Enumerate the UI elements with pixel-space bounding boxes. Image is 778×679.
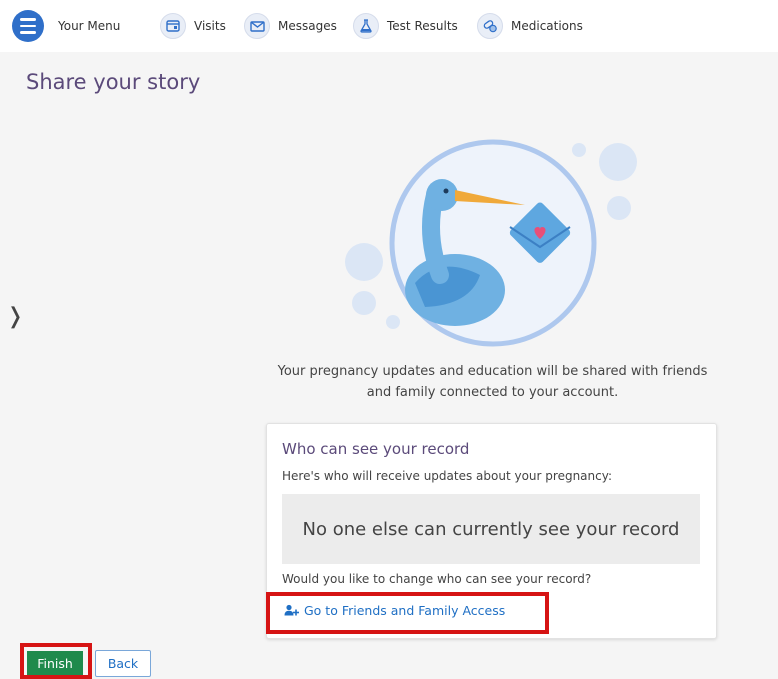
nav-label: Your Menu: [58, 19, 121, 33]
nav-label: Test Results: [387, 19, 458, 33]
nav-visits[interactable]: Visits: [160, 0, 226, 52]
pill-icon: [477, 13, 503, 39]
top-navigation: Your Menu Visits Messages Test Results M…: [0, 0, 778, 52]
card-subtitle: Here's who will receive updates about yo…: [282, 469, 612, 483]
nav-your-menu[interactable]: Your Menu: [12, 0, 120, 52]
finish-highlight-box: [20, 643, 92, 679]
back-button[interactable]: Back: [95, 650, 151, 677]
nav-messages[interactable]: Messages: [244, 0, 337, 52]
page-description: Your pregnancy updates and education wil…: [277, 364, 708, 400]
side-panel-arrow-icon[interactable]: ❭: [6, 304, 24, 329]
envelope-icon: [244, 13, 270, 39]
nav-label: Visits: [194, 19, 226, 33]
change-access-question: Would you like to change who can see you…: [282, 572, 592, 586]
nav-label: Medications: [511, 19, 583, 33]
hamburger-menu-icon: [12, 10, 44, 42]
nav-test-results[interactable]: Test Results: [353, 0, 458, 52]
empty-state-box: No one else can currently see your recor…: [282, 494, 700, 564]
page-title: Share your story: [26, 70, 201, 94]
calendar-icon: [160, 13, 186, 39]
link-highlight-box: [266, 592, 549, 634]
card-title: Who can see your record: [282, 440, 470, 458]
empty-state-message: No one else can currently see your recor…: [302, 518, 680, 540]
stork-illustration: [330, 135, 650, 355]
nav-label: Messages: [278, 19, 337, 33]
flask-icon: [353, 13, 379, 39]
nav-medications[interactable]: Medications: [477, 0, 583, 52]
